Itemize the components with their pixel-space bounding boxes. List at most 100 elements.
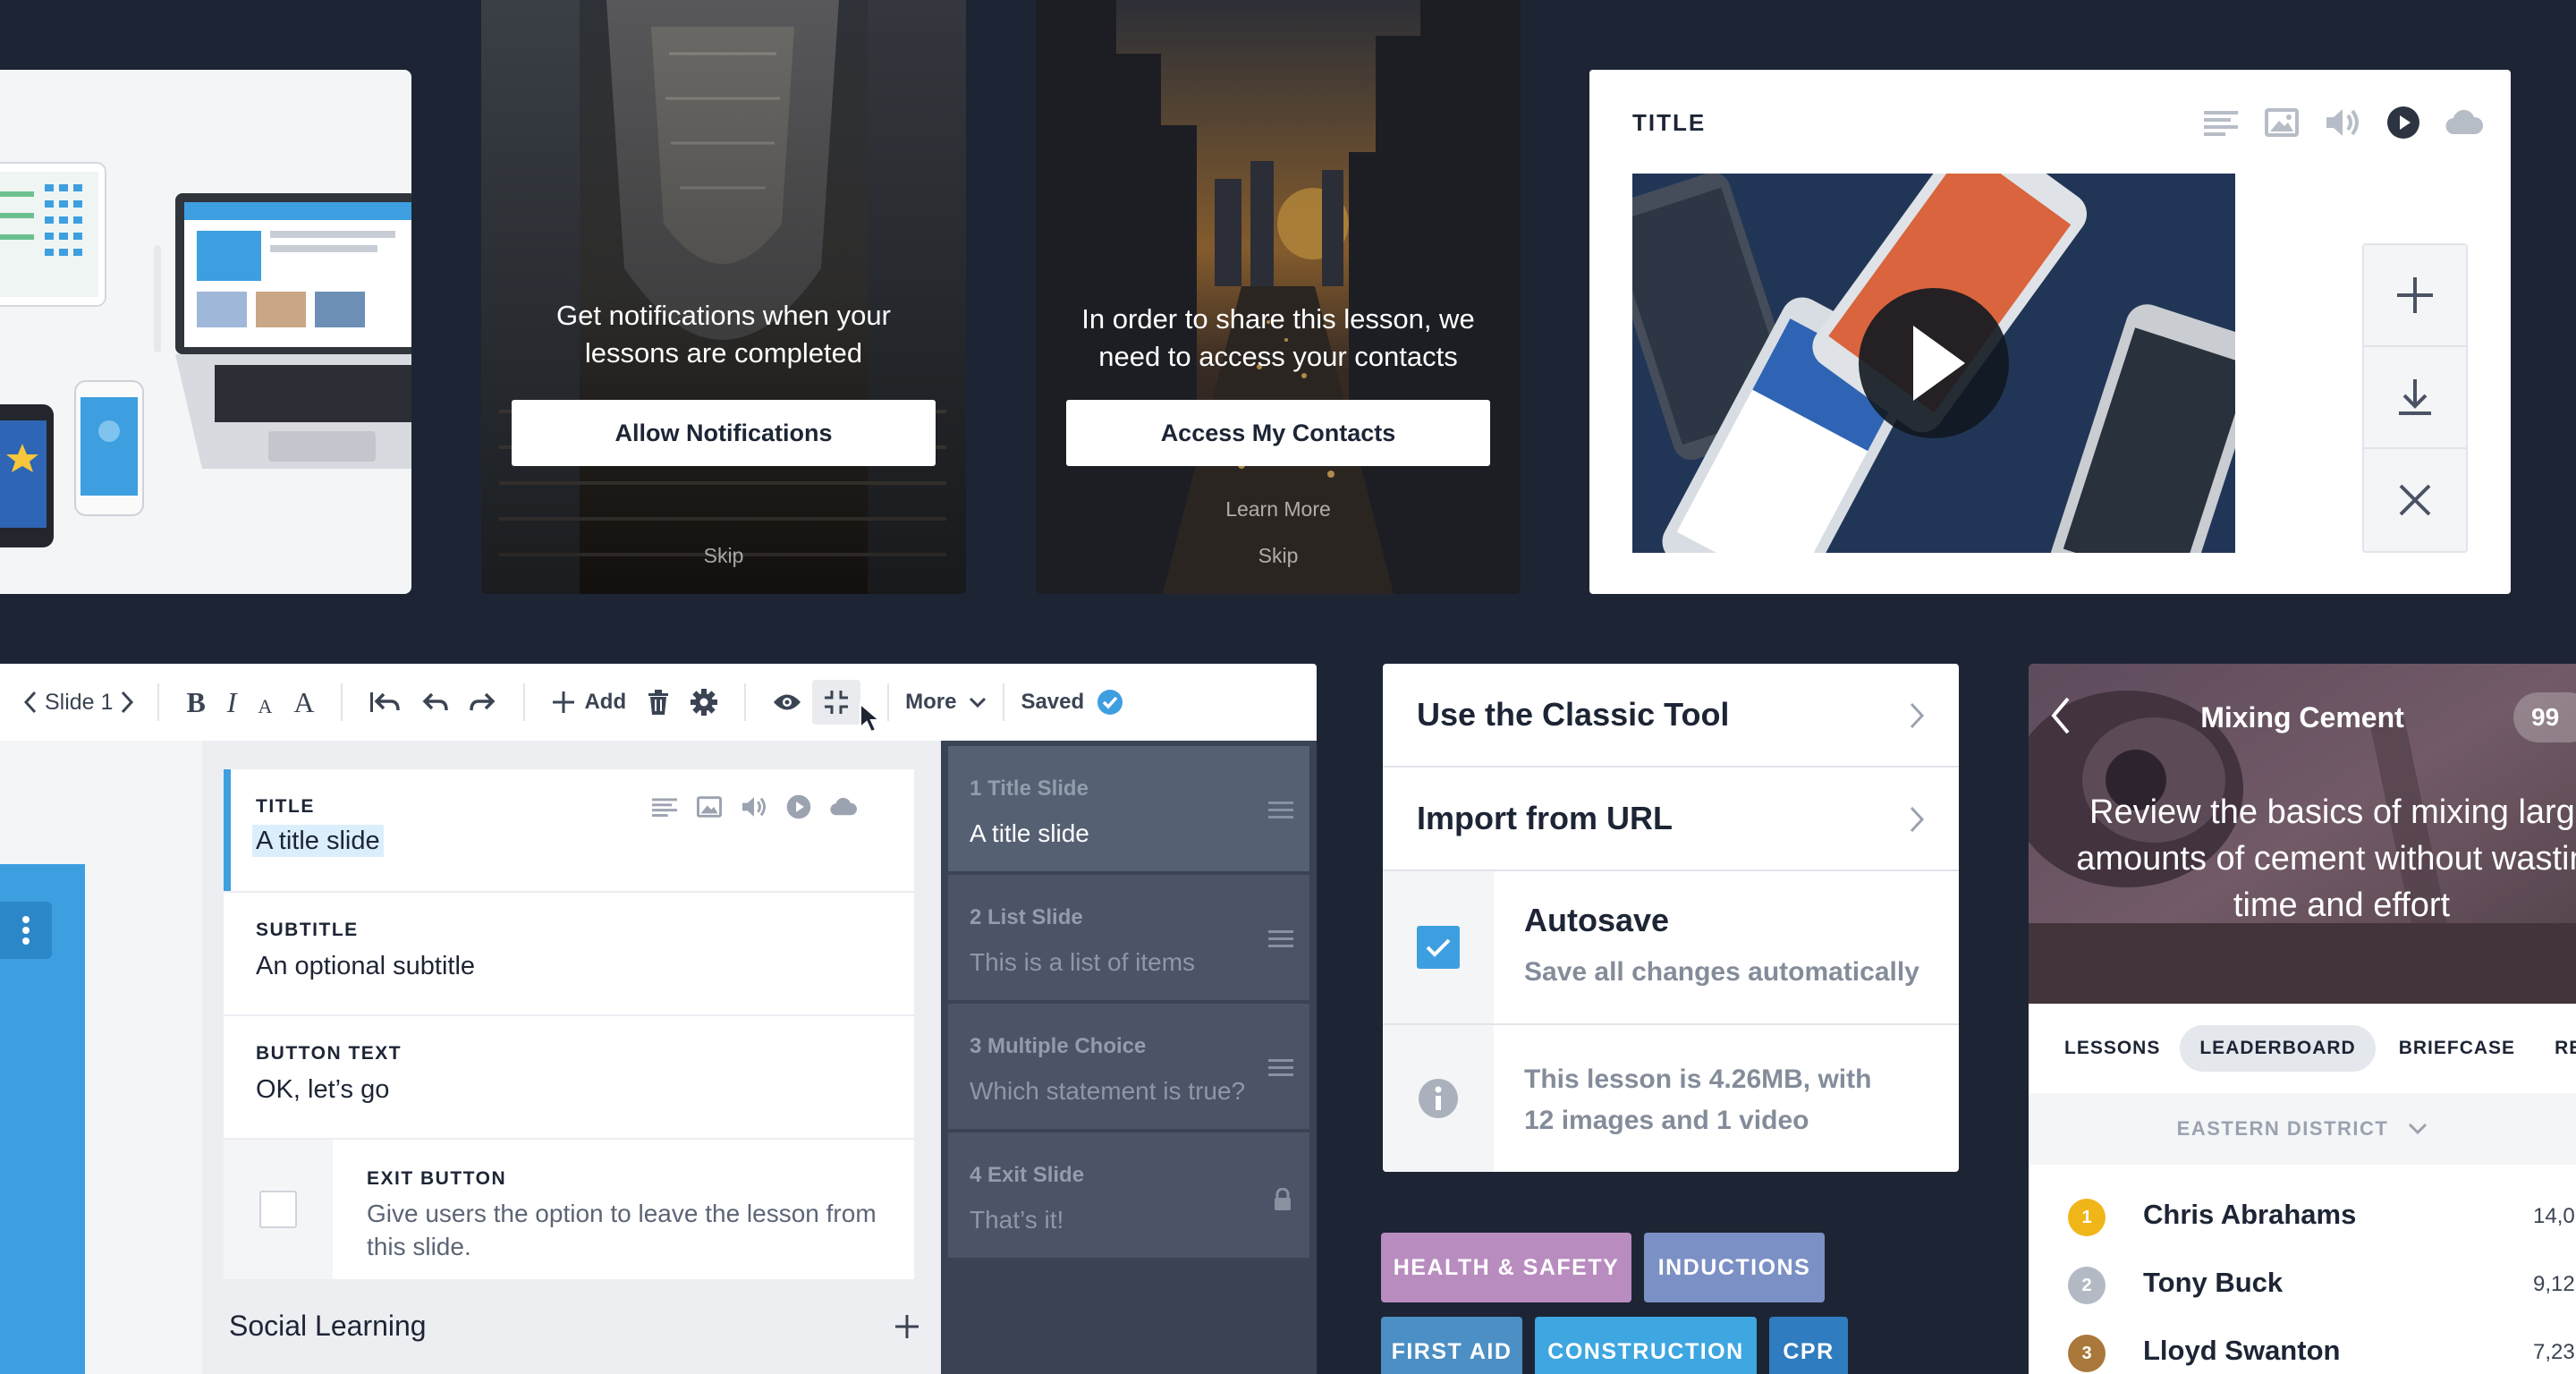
cloud-icon[interactable] <box>2434 109 2495 136</box>
skip-link[interactable]: Skip <box>1036 544 1521 568</box>
slide-name: Which statement is true? <box>970 1077 1246 1105</box>
text-icon[interactable] <box>2190 109 2251 136</box>
trash-icon[interactable] <box>637 680 680 725</box>
import-url-row[interactable]: Import from URL <box>1383 768 1959 871</box>
font-size-large-icon[interactable]: A <box>283 680 325 725</box>
image-icon[interactable] <box>687 796 732 818</box>
download-media-button[interactable] <box>2364 347 2466 449</box>
drag-handle-icon[interactable] <box>1268 802 1293 819</box>
leader-name: Lloyd Swanton <box>2143 1335 2341 1366</box>
social-learning-label: Social Learning <box>229 1310 427 1342</box>
slide-item[interactable]: 4 Exit Slide That’s it! <box>948 1132 1309 1258</box>
tab-briefcase[interactable]: BRIEFCASE <box>2379 1025 2535 1072</box>
chevron-right-icon <box>1909 701 1925 730</box>
tab-leaderboard[interactable]: LEADERBOARD <box>2180 1025 2376 1072</box>
slide-item[interactable]: 2 List Slide This is a list of items <box>948 875 1309 1000</box>
drag-handle-icon[interactable] <box>1268 930 1293 948</box>
toolbar-divider <box>744 683 747 721</box>
video-thumbnail[interactable] <box>1632 174 2235 553</box>
gear-icon[interactable] <box>680 680 728 725</box>
toolbar-divider <box>887 683 890 721</box>
cloud-icon[interactable] <box>821 797 866 817</box>
button-text-field-value[interactable]: OK, let’s go <box>256 1075 389 1105</box>
autosave-toggle-area[interactable] <box>1383 871 1494 1023</box>
bold-icon[interactable]: B <box>175 680 216 725</box>
slide-number: 3 Multiple Choice <box>970 1034 1147 1058</box>
chevron-left-icon[interactable] <box>16 680 45 725</box>
tag-chip[interactable]: CPR <box>1769 1317 1848 1374</box>
tag-chip[interactable]: HEALTH & SAFETY <box>1381 1233 1631 1302</box>
lesson-settings-panel: Use the Classic Tool Import from URL Aut… <box>1383 664 1959 1172</box>
add-media-button[interactable] <box>2364 245 2466 347</box>
district-selector[interactable]: EASTERN DISTRICT <box>2029 1093 2576 1165</box>
history-group <box>359 680 507 725</box>
allow-notifications-button[interactable]: Allow Notifications <box>512 400 936 466</box>
tag-chip[interactable]: CONSTRUCTION <box>1535 1317 1757 1374</box>
contacts-prompt-text: In order to share this lesson, we need t… <box>1081 303 1475 372</box>
add-slide-button[interactable]: Add <box>541 680 637 725</box>
button-text-field[interactable]: BUTTON TEXT OK, let’s go <box>224 1016 914 1138</box>
leader-score: 7,23 <box>2533 1340 2575 1364</box>
leaderboard-row[interactable]: 2 Tony Buck 9,12 <box>2029 1254 2576 1322</box>
chevron-right-icon[interactable] <box>113 680 141 725</box>
exit-button-label: EXIT BUTTON <box>367 1168 507 1189</box>
learn-more-link[interactable]: Learn More <box>1036 497 1521 522</box>
tag-chip[interactable]: INDUCTIONS <box>1644 1233 1825 1302</box>
info-icon-area <box>1383 1025 1494 1172</box>
drag-handle-icon[interactable] <box>1268 1059 1293 1077</box>
collapse-icon[interactable] <box>812 680 861 725</box>
slide-options-button[interactable] <box>0 902 52 959</box>
access-contacts-button[interactable]: Access My Contacts <box>1066 400 1490 466</box>
toolbar-divider <box>341 683 343 721</box>
social-learning-row[interactable]: Social Learning <box>229 1310 919 1343</box>
slide-item[interactable]: 3 Multiple Choice Which statement is tru… <box>948 1004 1309 1129</box>
media-side-tools <box>2362 243 2468 553</box>
classic-tool-row[interactable]: Use the Classic Tool <box>1383 664 1959 768</box>
notifications-permission-card: Get notifications when your lessons are … <box>481 0 966 594</box>
audio-icon[interactable] <box>2312 106 2373 139</box>
title-field-value[interactable]: A title slide <box>252 825 384 857</box>
redo-icon[interactable] <box>459 680 507 725</box>
autosave-checkbox[interactable] <box>1417 926 1460 969</box>
more-menu[interactable]: More <box>905 690 987 715</box>
undo-all-icon[interactable] <box>359 680 411 725</box>
tag-chip[interactable]: FIRST AID <box>1381 1317 1522 1374</box>
lesson-size-info-row: This lesson is 4.26MB, with 12 images an… <box>1383 1025 1959 1172</box>
tab-reviews[interactable]: REVI <box>2535 1025 2576 1072</box>
contacts-permission-card: In order to share this lesson, we need t… <box>1036 0 1521 594</box>
lesson-size-line: This lesson is 4.26MB, with <box>1524 1064 1872 1094</box>
button-text-field-label: BUTTON TEXT <box>256 1043 402 1064</box>
plus-icon[interactable] <box>894 1314 919 1339</box>
leaderboard-row[interactable]: 1 Chris Abrahams 14,01 <box>2029 1186 2576 1254</box>
add-label: Add <box>584 690 627 714</box>
subtitle-field[interactable]: SUBTITLE An optional subtitle <box>224 893 914 1014</box>
italic-icon[interactable]: I <box>216 680 248 725</box>
subtitle-field-value[interactable]: An optional subtitle <box>256 952 475 981</box>
remove-media-button[interactable] <box>2364 449 2466 551</box>
lesson-size-line: 12 images and 1 video <box>1524 1106 1809 1135</box>
play-icon[interactable] <box>776 794 821 819</box>
toolbar-divider <box>523 683 526 721</box>
slide-navigator: Slide 1 <box>16 680 141 725</box>
autosave-row[interactable]: Autosave Save all changes automatically <box>1383 871 1959 1025</box>
slide-item[interactable]: 1 Title Slide A title slide <box>948 746 1309 871</box>
download-icon <box>2395 377 2435 417</box>
text-icon[interactable] <box>642 797 687 817</box>
audio-icon[interactable] <box>732 795 776 818</box>
image-icon[interactable] <box>2251 108 2312 137</box>
exit-button-checkbox[interactable] <box>259 1191 297 1228</box>
tab-lessons[interactable]: LESSONS <box>2045 1025 2180 1072</box>
slide-list: 1 Title Slide A title slide 2 List Slide… <box>941 741 1317 1374</box>
subtitle-field-label: SUBTITLE <box>256 920 359 940</box>
leaderboard-row[interactable]: 3 Lloyd Swanton 7,23 <box>2029 1322 2576 1374</box>
exit-button-toggle[interactable] <box>224 1140 333 1279</box>
check-icon <box>1426 938 1451 957</box>
preview-eye-icon[interactable] <box>762 680 812 725</box>
play-icon[interactable] <box>2373 106 2434 140</box>
font-size-small-icon[interactable]: A <box>247 680 283 725</box>
title-field[interactable]: TITLE A title slide <box>224 769 914 891</box>
slide-name: That’s it! <box>970 1206 1064 1234</box>
text-format-group: B I A A <box>175 680 325 725</box>
undo-icon[interactable] <box>411 680 459 725</box>
skip-link[interactable]: Skip <box>481 544 966 568</box>
